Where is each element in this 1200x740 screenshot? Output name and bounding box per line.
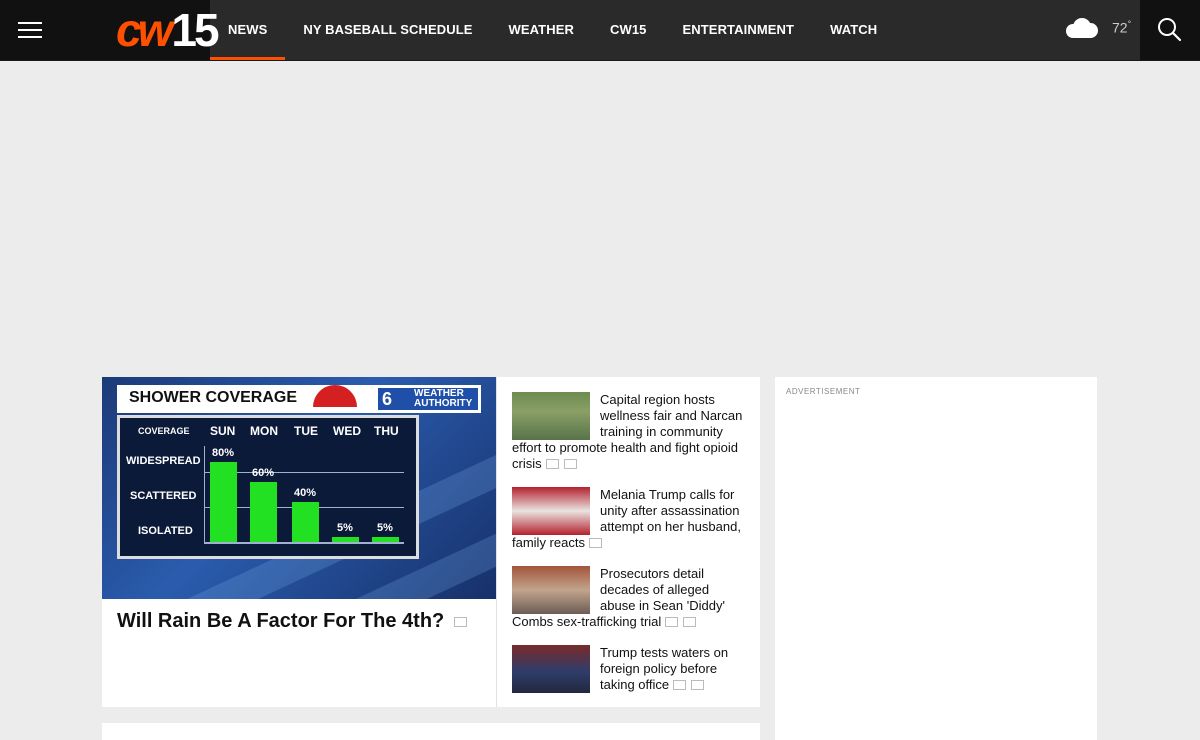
news-item[interactable]: Capital region hosts wellness fair and N…: [512, 392, 748, 473]
coverage-bar: [210, 462, 237, 542]
media-icons: [588, 536, 607, 552]
news-thumbnail[interactable]: [512, 487, 590, 535]
badge-line-2: AUTHORITY: [414, 398, 473, 409]
coverage-chart-panel: COVERAGE SUN MON TUE WED THU WIDESPREAD …: [117, 415, 419, 559]
media-icons: [673, 678, 709, 694]
video-icon: [673, 679, 687, 690]
nav-watch[interactable]: WATCH: [812, 0, 895, 60]
coverage-value-label: 40%: [294, 487, 317, 499]
badge-text: WEATHER AUTHORITY: [414, 389, 472, 409]
search-icon: [1158, 18, 1182, 42]
video-icon: [545, 458, 559, 469]
nav-weather[interactable]: WEATHER: [491, 0, 592, 60]
menu-line: [18, 22, 42, 24]
media-icons: [665, 615, 701, 631]
hero-headline-text: Will Rain Be A Factor For The 4th?: [117, 610, 445, 632]
news-item[interactable]: Trump tests waters on foreign policy bef…: [512, 645, 748, 694]
logo-container: cw 15: [56, 0, 220, 60]
gallery-icon: [453, 617, 467, 628]
gallery-icon: [683, 616, 697, 627]
day-label: MON: [250, 424, 278, 438]
main-nav: NEWS NY BASEBALL SCHEDULE WEATHER CW15 E…: [210, 0, 895, 60]
graphic-title: SHOWER COVERAGE: [129, 389, 298, 406]
gallery-icon: [691, 679, 705, 690]
cloud-icon: [1066, 16, 1098, 38]
weather-widget[interactable]: 72°: [1066, 16, 1131, 38]
day-label: SUN: [210, 424, 236, 438]
coverage-bar: [372, 537, 399, 542]
day-label: WED: [333, 424, 361, 438]
chart-axis: [204, 446, 205, 544]
coverage-value-label: 5%: [377, 522, 393, 534]
gallery-icon: [563, 458, 577, 469]
search-button[interactable]: [1140, 0, 1200, 60]
news-thumbnail[interactable]: [512, 566, 590, 614]
logo-cw-text: cw: [116, 4, 173, 56]
nav-entertainment[interactable]: ENTERTAINMENT: [665, 0, 813, 60]
coverage-value-label: 5%: [337, 522, 353, 534]
hamburger-menu-button[interactable]: [0, 0, 60, 60]
level-label: WIDESPREAD: [126, 455, 201, 467]
top-stories-card: SHOWER COVERAGE 6 WEATHER AUTHORITY COVER…: [102, 377, 760, 707]
coverage-column-label: COVERAGE: [138, 426, 190, 436]
gallery-icon: [588, 537, 602, 548]
cw15-logo[interactable]: cw 15: [116, 4, 220, 56]
coverage-bar: [250, 482, 277, 542]
menu-line: [18, 36, 42, 38]
advertisement-label: ADVERTISEMENT: [786, 387, 861, 396]
news-item[interactable]: Prosecutors detail decades of alleged ab…: [512, 566, 748, 631]
next-stories-card: [102, 723, 760, 740]
day-label: TUE: [294, 424, 318, 438]
coverage-bar: [292, 502, 319, 542]
chart-baseline: [204, 542, 404, 544]
badge-channel-number: 6: [382, 389, 393, 409]
temperature-text: 72°: [1112, 19, 1131, 36]
weather-authority-badge: 6 WEATHER AUTHORITY: [377, 387, 479, 411]
hero-image-shower-coverage[interactable]: SHOWER COVERAGE 6 WEATHER AUTHORITY COVER…: [102, 377, 496, 599]
video-icon: [665, 616, 679, 627]
temperature-unit: °: [1127, 18, 1132, 29]
news-thumbnail[interactable]: [512, 392, 590, 440]
graphic-header: SHOWER COVERAGE 6 WEATHER AUTHORITY: [117, 385, 481, 413]
menu-line: [18, 29, 42, 31]
umbrella-icon: [313, 385, 357, 407]
card-divider: [496, 377, 497, 707]
level-label: SCATTERED: [130, 490, 197, 502]
hero-media-icons: [453, 610, 472, 633]
advertisement-box[interactable]: ADVERTISEMENT: [775, 377, 1097, 740]
hero-headline[interactable]: Will Rain Be A Factor For The 4th?: [117, 610, 472, 633]
news-thumbnail[interactable]: [512, 645, 590, 693]
level-label: ISOLATED: [138, 525, 193, 537]
coverage-bar: [332, 537, 359, 542]
day-label: THU: [374, 424, 399, 438]
nav-ny-baseball-schedule[interactable]: NY BASEBALL SCHEDULE: [285, 0, 490, 60]
nav-cw15[interactable]: CW15: [592, 0, 665, 60]
coverage-value-label: 60%: [252, 467, 275, 479]
temperature-value: 72: [1112, 19, 1128, 36]
news-item[interactable]: Melania Trump calls for unity after assa…: [512, 487, 748, 552]
nav-news[interactable]: NEWS: [210, 0, 286, 60]
top-navigation-bar: cw 15 NEWS NY BASEBALL SCHEDULE WEATHER …: [0, 0, 1200, 61]
coverage-value-label: 80%: [212, 447, 235, 459]
media-icons: [545, 457, 582, 473]
